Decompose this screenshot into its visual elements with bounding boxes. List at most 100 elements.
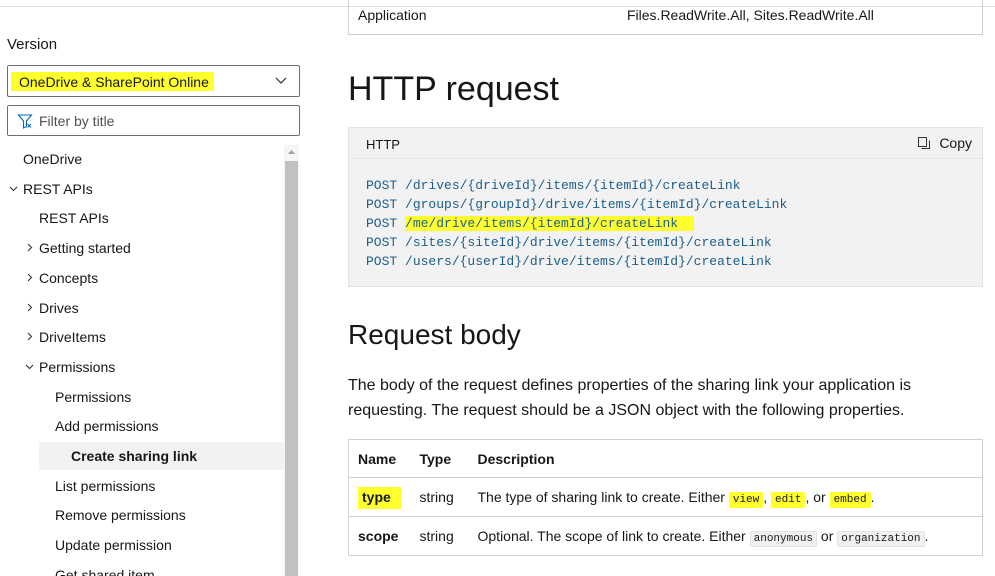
code-line: POST /users/{userId}/drive/items/{itemId…: [366, 252, 787, 271]
request-body-paragraph: The body of the request defines properti…: [348, 377, 911, 419]
request-body-table: Name Type Description type string The type…: [348, 439, 983, 556]
toc-item-label: Update permission: [55, 537, 172, 554]
scroll-up-arrow-icon[interactable]: [284, 145, 299, 160]
code-line: POST /drives/{driveId}/items/{itemId}/cr…: [366, 176, 787, 195]
code-line: POST /groups/{groupId}/drive/items/{item…: [366, 195, 787, 214]
description-separator: .: [924, 527, 929, 544]
header-name: Name: [348, 439, 411, 478]
toc-item-label: REST APIs: [23, 180, 93, 197]
code-method: POST: [366, 254, 406, 269]
toc-item[interactable]: Get shared item: [0, 561, 285, 576]
filter-by-title[interactable]: [7, 105, 300, 136]
version-label: Version: [7, 36, 58, 53]
code-path: /users/{userId}/drive/items/{itemId}/cre…: [405, 254, 772, 269]
chevron-right-icon[interactable]: [25, 303, 34, 312]
param-name: scope: [358, 528, 399, 544]
toc-item[interactable]: Create sharing link: [39, 442, 285, 470]
code-block: HTTP Copy POST /drives/{driveId}/items/{…: [348, 127, 983, 287]
toc-item-label: Permissions: [55, 388, 132, 405]
table-of-contents: OneDrive REST APIs REST APIs Getting starte…: [0, 145, 285, 576]
chevron-right-icon[interactable]: [25, 243, 34, 252]
description-separator: or: [817, 527, 838, 544]
toc-item-label: Remove permissions: [55, 507, 186, 524]
toc-item-label: REST APIs: [39, 210, 109, 227]
inline-code: anonymous: [749, 530, 818, 547]
copy-label: Copy: [939, 135, 972, 151]
code-language: HTTP: [366, 137, 400, 152]
toc-item[interactable]: Add permissions: [0, 412, 285, 440]
inline-code: view: [728, 491, 764, 508]
param-description-cell: The type of sharing link to create. Eith…: [468, 477, 983, 517]
copy-icon: [918, 137, 931, 149]
chevron-down-icon[interactable]: [25, 362, 34, 371]
filter-icon: [17, 114, 33, 129]
toc-item[interactable]: REST APIs: [0, 204, 285, 232]
http-request-heading: HTTP request: [348, 70, 560, 108]
inline-code: edit: [771, 491, 806, 508]
toc-item[interactable]: REST APIs: [0, 175, 285, 203]
copy-button[interactable]: Copy: [918, 135, 972, 153]
header-description: Description: [468, 439, 983, 478]
param-description-cell: Optional. The scope of link to create. E…: [468, 516, 983, 556]
toc-item-label: Add permissions: [55, 418, 159, 435]
description-text: The type of sharing link to create. Eith…: [477, 488, 729, 505]
toc-item-label: Get shared item: [55, 566, 155, 576]
toc-scrollbar[interactable]: [284, 145, 299, 576]
toc-item-label: OneDrive: [23, 151, 83, 167]
table-row: type string The type of sharing link to cr…: [348, 477, 983, 517]
toc-item-label: Concepts: [39, 269, 99, 286]
code-header: HTTP Copy: [349, 128, 982, 159]
toc-item-label: Getting started: [39, 240, 131, 257]
header-type: Type: [410, 439, 469, 478]
description-text: Optional. The scope of link to create. E…: [477, 527, 750, 544]
chevron-down-icon: [275, 77, 287, 84]
table-header-row: Name Type Description: [348, 439, 983, 478]
code-path: /sites/{siteId}/drive/items/{itemId}/cre…: [405, 235, 772, 250]
inline-code: embed: [829, 491, 871, 508]
toc-item[interactable]: Remove permissions: [0, 501, 285, 529]
permissions-table: Application Files.ReadWrite.All, Sites.R…: [348, 0, 983, 35]
toc-item[interactable]: DriveItems: [0, 323, 285, 351]
toc-item[interactable]: Getting started: [0, 234, 285, 262]
chevron-right-icon[interactable]: [25, 273, 34, 282]
code-lines: POST /drives/{driveId}/items/{itemId}/cr…: [366, 176, 787, 271]
code-method: POST: [366, 178, 406, 193]
code-method: POST: [366, 197, 406, 212]
param-name: type: [358, 487, 401, 509]
inline-code: organization: [837, 530, 925, 547]
toc-item[interactable]: Permissions: [0, 353, 285, 381]
toc-item-label: Drives: [39, 299, 79, 316]
toc-item-label: DriveItems: [39, 329, 106, 346]
version-select-value: OneDrive & SharePoint Online: [11, 72, 214, 91]
permission-value-cell: Files.ReadWrite.All, Sites.ReadWrite.All: [627, 7, 874, 23]
toc-item-label: List permissions: [55, 477, 156, 494]
filter-input[interactable]: [39, 111, 289, 131]
toc-item[interactable]: Permissions: [0, 383, 285, 411]
permission-type-cell: Application: [358, 7, 427, 23]
toc-item[interactable]: Update permission: [0, 531, 285, 559]
chevron-right-icon[interactable]: [25, 332, 34, 341]
param-type-cell: string: [410, 516, 469, 556]
version-select[interactable]: OneDrive & SharePoint Online: [7, 65, 300, 97]
scroll-thumb[interactable]: [285, 161, 298, 576]
code-path: /me/drive/items/{itemId}/createLink: [405, 216, 694, 231]
code-line: POST /sites/{siteId}/drive/items/{itemId…: [366, 233, 787, 252]
code-path: /drives/{driveId}/items/{itemId}/createL…: [405, 178, 741, 193]
toc-item[interactable]: List permissions: [0, 472, 285, 500]
param-name-cell: type: [348, 477, 411, 517]
description-separator: , or: [805, 488, 830, 505]
toc-item-label: Permissions: [39, 358, 116, 375]
code-line: POST /me/drive/items/{itemId}/createLink: [366, 214, 787, 233]
code-path: /groups/{groupId}/drive/items/{itemId}/c…: [405, 197, 788, 212]
description-separator: .: [870, 488, 875, 505]
toc-item[interactable]: Drives: [0, 294, 285, 322]
chevron-down-icon[interactable]: [9, 184, 18, 193]
toc-item-label: Create sharing link: [71, 448, 198, 464]
toc-item[interactable]: Concepts: [0, 264, 285, 292]
description-separator: ,: [763, 488, 772, 505]
toc-item[interactable]: OneDrive: [0, 145, 285, 173]
code-method: POST: [366, 216, 406, 231]
code-method: POST: [366, 235, 406, 250]
param-name-cell: scope: [348, 516, 411, 556]
table-row: scope string Optional. The scope of link t…: [348, 516, 983, 556]
